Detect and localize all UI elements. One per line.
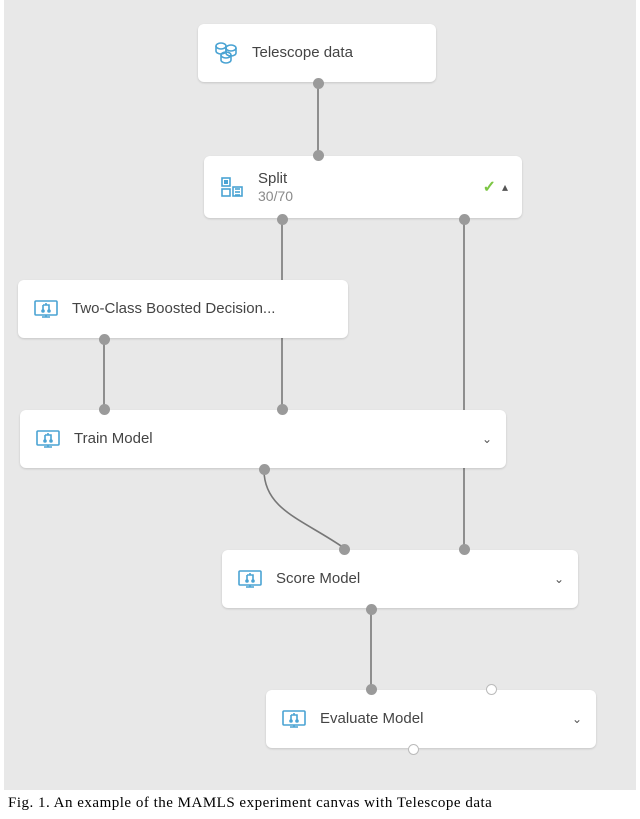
port-evaluate-out[interactable]	[408, 744, 419, 755]
port-train-in-right[interactable]	[277, 404, 288, 415]
node-subtitle: 30/70	[258, 188, 483, 205]
port-split-out-right[interactable]	[459, 214, 470, 225]
node-telescope-data[interactable]: Telescope data	[198, 24, 436, 82]
node-title: Telescope data	[252, 44, 422, 62]
database-icon	[212, 39, 240, 67]
chevron-down-icon[interactable]: ⌄	[482, 432, 492, 446]
port-evaluate-in-left[interactable]	[366, 684, 377, 695]
chevron-down-icon[interactable]: ⌄	[554, 572, 564, 586]
node-evaluate-model[interactable]: Evaluate Model ⌄	[266, 690, 596, 748]
figure-caption: Fig. 1. An example of the MAMLS experime…	[8, 795, 492, 812]
port-score-out[interactable]	[366, 604, 377, 615]
node-train-model[interactable]: Train Model ⌄	[20, 410, 506, 468]
node-title: Evaluate Model	[320, 710, 572, 728]
port-score-in-left[interactable]	[339, 544, 350, 555]
port-split-in[interactable]	[313, 150, 324, 161]
node-title: Train Model	[74, 430, 482, 448]
node-score-model[interactable]: Score Model ⌄	[222, 550, 578, 608]
port-score-in-right[interactable]	[459, 544, 470, 555]
port-split-out-left[interactable]	[277, 214, 288, 225]
check-icon: ✓	[483, 177, 496, 197]
port-evaluate-in-right[interactable]	[486, 684, 497, 695]
node-title: Score Model	[276, 570, 554, 588]
chevron-up-icon[interactable]: ▴	[502, 180, 508, 194]
ml-module-icon	[32, 295, 60, 323]
node-title: Split	[258, 170, 483, 188]
ml-module-icon	[280, 705, 308, 733]
port-telescope-out[interactable]	[313, 78, 324, 89]
port-train-in-left[interactable]	[99, 404, 110, 415]
experiment-canvas[interactable]: Telescope data Split 30/70 ✓	[4, 0, 636, 790]
port-boosted-out[interactable]	[99, 334, 110, 345]
split-icon	[218, 173, 246, 201]
ml-module-icon	[34, 425, 62, 453]
node-title: Two-Class Boosted Decision...	[72, 300, 334, 318]
connectors-layer	[4, 0, 636, 790]
node-split[interactable]: Split 30/70 ✓ ▴	[204, 156, 522, 218]
chevron-down-icon[interactable]: ⌄	[572, 712, 582, 726]
port-train-out[interactable]	[259, 464, 270, 475]
node-boosted-decision[interactable]: Two-Class Boosted Decision...	[18, 280, 348, 338]
ml-module-icon	[236, 565, 264, 593]
